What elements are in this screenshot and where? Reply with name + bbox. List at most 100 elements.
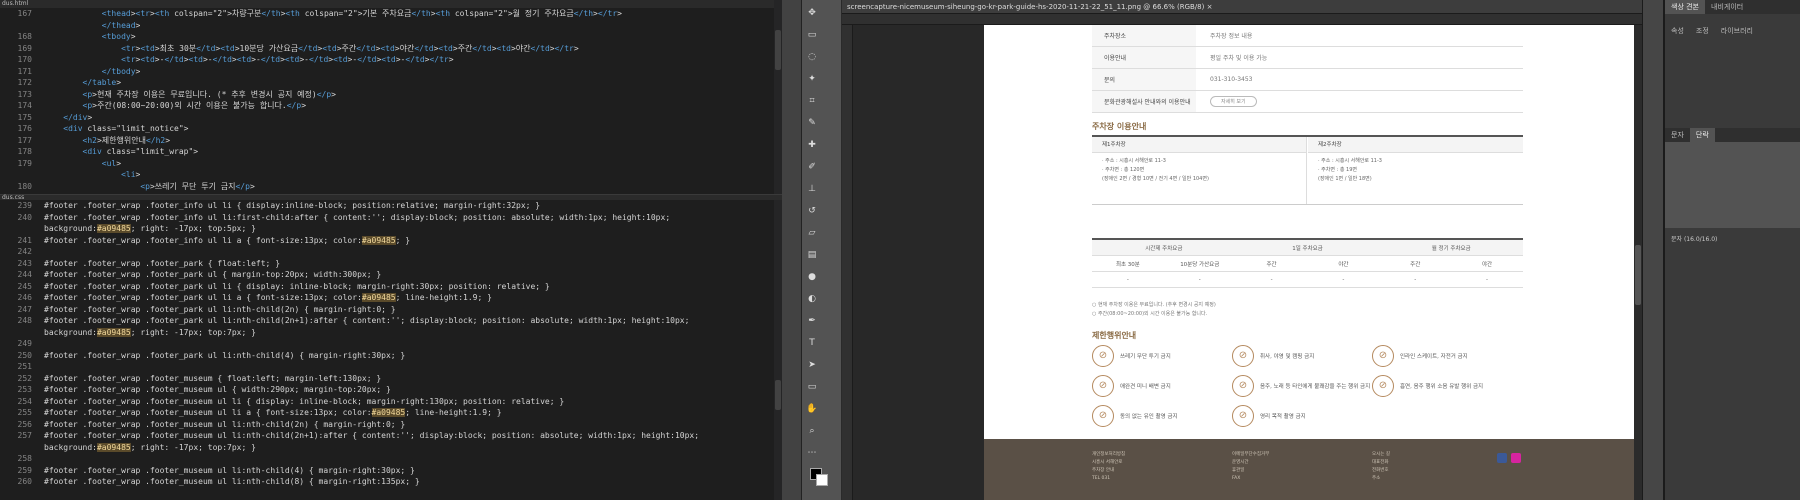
footer-text[interactable]: 오시는 길 (1372, 451, 1390, 459)
fee-cell: 월 정기 주차요금 (1431, 245, 1471, 252)
tab-swatches[interactable]: 색상 견본 (1665, 0, 1705, 14)
line-code: background:#a09485; right: -17px; top:5p… (44, 224, 256, 233)
html-editor-pane[interactable]: dus.html 167 <thead><tr><th colspan="2">… (0, 0, 782, 194)
html-file-tab[interactable]: dus.html (0, 0, 782, 8)
code-line[interactable]: 175 </div> (0, 112, 782, 124)
footer-text[interactable]: 휴관일 (1232, 467, 1269, 475)
type-tool-icon[interactable]: T (805, 336, 819, 350)
magic-wand-icon[interactable]: ✦ (805, 72, 819, 86)
code-line[interactable]: 177 <h2>제한행위안내</h2> (0, 135, 782, 147)
code-line[interactable]: 252 #footer .footer_wrap .footer_museum … (0, 373, 782, 385)
footer-text[interactable]: TEL 031 (1092, 475, 1125, 483)
code-line[interactable]: 174 <p>주간(08:00~20:00)외 시간 이용은 불가능 합니다.<… (0, 100, 782, 112)
code-line[interactable]: 176 <div class="limit_notice"> (0, 123, 782, 135)
code-line[interactable]: 170 <tr><td>-</td><td>-</td><td>-</td><t… (0, 54, 782, 66)
code-line[interactable]: 171 </tbody> (0, 66, 782, 78)
blur-tool-icon[interactable]: ● (805, 270, 819, 284)
shape-tool-icon[interactable]: ▭ (805, 380, 819, 394)
document-scrollbar[interactable] (1634, 25, 1642, 500)
path-select-icon[interactable]: ➤ (805, 358, 819, 372)
code-line[interactable]: 243 #footer .footer_wrap .footer_park { … (0, 258, 782, 270)
code-line[interactable]: 246 #footer .footer_wrap .footer_park ul… (0, 292, 782, 304)
brush-tool-icon[interactable]: ✐ (805, 160, 819, 174)
eyedropper-icon[interactable]: ✎ (805, 116, 819, 130)
pen-tool-icon[interactable]: ✒ (805, 314, 819, 328)
image-canvas[interactable]: 주차장소 주차장 정보 내용 이용안내 평일 주차 및 이용 가능 문의 031-310-… (984, 25, 1648, 500)
code-line[interactable]: 240 #footer .footer_wrap .footer_info ul… (0, 212, 782, 224)
code-line[interactable]: 249 (0, 338, 782, 350)
hand-tool-icon[interactable]: ✋ (805, 402, 819, 416)
code-line[interactable]: background:#a09485; right: -17px; top:5p… (0, 223, 782, 235)
code-line[interactable]: 259 #footer .footer_wrap .footer_museum … (0, 465, 782, 477)
tab-adjustments[interactable]: 조정 (1690, 24, 1715, 38)
code-line[interactable]: background:#a09485; right: -17px; top:7p… (0, 327, 782, 339)
code-line[interactable]: 179 <ul> (0, 158, 782, 170)
code-line[interactable]: 173 <p>현재 주차장 이용은 무료입니다. (* 추후 변경시 공지 예정… (0, 89, 782, 101)
footer-text[interactable]: 운영시간 (1232, 459, 1269, 467)
code-line[interactable]: 247 #footer .footer_wrap .footer_park ul… (0, 304, 782, 316)
instagram-icon[interactable] (1511, 453, 1521, 463)
stamp-tool-icon[interactable]: ⊥ (805, 182, 819, 196)
code-line[interactable]: 253 #footer .footer_wrap .footer_museum … (0, 384, 782, 396)
tab-properties[interactable]: 속성 (1665, 24, 1690, 38)
code-line[interactable]: 254 #footer .footer_wrap .footer_museum … (0, 396, 782, 408)
color-swatches[interactable] (808, 468, 835, 492)
code-line[interactable]: background:#a09485; right: -17px; top:7p… (0, 442, 782, 454)
dodge-tool-icon[interactable]: ◐ (805, 292, 819, 306)
code-line[interactable]: 260 #footer .footer_wrap .footer_museum … (0, 476, 782, 488)
css-scrollbar[interactable] (774, 200, 782, 500)
healing-brush-icon[interactable]: ✚ (805, 138, 819, 152)
code-line[interactable]: 241 #footer .footer_wrap .footer_info ul… (0, 235, 782, 247)
code-line[interactable]: 257 #footer .footer_wrap .footer_museum … (0, 430, 782, 442)
close-icon[interactable]: × (1207, 3, 1213, 11)
footer-text[interactable]: 주차장 안내 (1092, 467, 1125, 475)
code-line[interactable]: <li> (0, 169, 782, 181)
footer-text[interactable]: FAX (1232, 475, 1269, 483)
code-line[interactable]: 256 #footer .footer_wrap .footer_museum … (0, 419, 782, 431)
lasso-tool-icon[interactable]: ◌ (805, 50, 819, 64)
code-line[interactable]: 245 #footer .footer_wrap .footer_park ul… (0, 281, 782, 293)
code-line[interactable]: 167 <thead><tr><th colspan="2">차량구분</th>… (0, 8, 782, 20)
line-code: #footer .footer_wrap .footer_museum { fl… (44, 373, 382, 383)
code-line[interactable]: 169 <tr><td>최초 30분</td><td>10분당 가산요금</td… (0, 43, 782, 55)
footer-text[interactable]: 전화번호 (1372, 467, 1390, 475)
facebook-icon[interactable] (1497, 453, 1507, 463)
footer-text[interactable]: 시흥시 서해안로 (1092, 459, 1125, 467)
eraser-tool-icon[interactable]: ▱ (805, 226, 819, 240)
move-tool-icon[interactable]: ✥ (805, 6, 819, 20)
css-code-lines[interactable]: 239 #footer .footer_wrap .footer_info ul… (0, 200, 782, 488)
code-line[interactable]: 251 (0, 361, 782, 373)
footer-text[interactable]: 대표전화 (1372, 459, 1390, 467)
marquee-tool-icon[interactable]: ▭ (805, 28, 819, 42)
code-line[interactable]: 258 (0, 453, 782, 465)
crop-tool-icon[interactable]: ⌗ (805, 94, 819, 108)
code-line[interactable]: 250 #footer .footer_wrap .footer_park ul… (0, 350, 782, 362)
document-tab[interactable]: screencapture-nicemuseum-siheung-go-kr-p… (842, 0, 1642, 14)
css-editor-pane[interactable]: 239 #footer .footer_wrap .footer_info ul… (0, 200, 782, 500)
code-line[interactable]: 242 (0, 246, 782, 258)
gradient-tool-icon[interactable]: ▤ (805, 248, 819, 262)
footer-text[interactable]: 개인정보처리방침 (1092, 451, 1125, 459)
html-code-lines[interactable]: 167 <thead><tr><th colspan="2">차량구분</th>… (0, 8, 782, 194)
code-line[interactable]: 239 #footer .footer_wrap .footer_info ul… (0, 200, 782, 212)
code-line[interactable]: 178 <div class="limit_wrap"> (0, 146, 782, 158)
more-tools-icon[interactable]: ⋯ (805, 446, 819, 460)
code-line[interactable]: 168 <tbody> (0, 31, 782, 43)
footer-text[interactable]: 주소 (1372, 475, 1390, 483)
detail-button[interactable]: 자세히 보기 (1210, 96, 1257, 107)
code-line[interactable]: </thead> (0, 20, 782, 32)
code-line[interactable]: 172 </table> (0, 77, 782, 89)
code-line[interactable]: 244 #footer .footer_wrap .footer_park ul… (0, 269, 782, 281)
footer-text[interactable]: 이메일무단수집거부 (1232, 451, 1269, 459)
tab-paragraph[interactable]: 단락 (1689, 128, 1715, 142)
tab-libraries[interactable]: 라이브러리 (1715, 24, 1759, 38)
tab-character[interactable]: 문자 (1665, 128, 1690, 142)
code-line[interactable]: 248 #footer .footer_wrap .footer_park ul… (0, 315, 782, 327)
code-line[interactable]: 255 #footer .footer_wrap .footer_museum … (0, 407, 782, 419)
fee-cell: - (1198, 276, 1201, 283)
html-scrollbar[interactable] (774, 0, 782, 194)
code-line[interactable]: 180 <p>쓰레기 무단 투기 금지</p> (0, 181, 782, 193)
zoom-tool-icon[interactable]: ⌕ (805, 424, 819, 438)
history-brush-icon[interactable]: ↺ (805, 204, 819, 218)
tab-navigator[interactable]: 내비게이터 (1705, 0, 1749, 14)
